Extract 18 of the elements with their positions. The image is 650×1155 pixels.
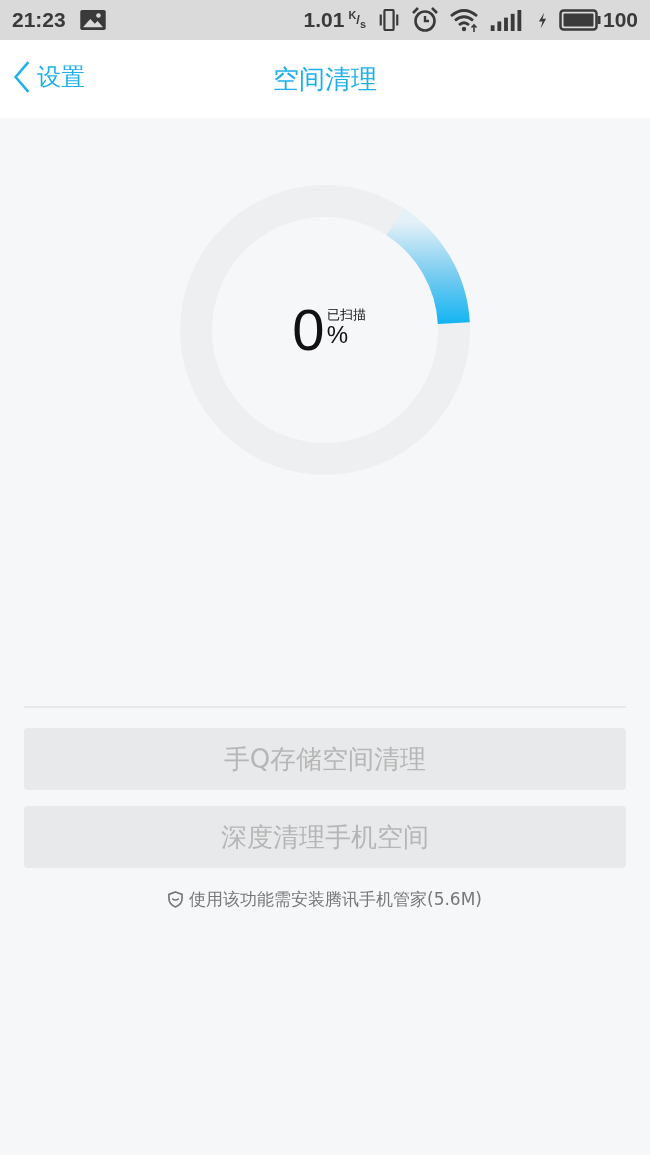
wifi-icon xyxy=(449,8,478,32)
scan-caption: 已扫描 xyxy=(326,307,366,323)
vibrate-icon xyxy=(377,9,400,31)
shield-icon xyxy=(168,891,183,908)
back-button[interactable]: 设置 xyxy=(12,60,85,94)
percent-sign: % xyxy=(326,322,348,347)
status-time: 21:23 xyxy=(12,8,66,32)
page-title: 空间清理 xyxy=(273,62,377,96)
battery-icon xyxy=(558,9,601,31)
alarm-icon xyxy=(411,7,438,33)
scan-percent-value: 0 xyxy=(292,301,325,359)
battery-percent: 100 xyxy=(602,8,638,32)
requirement-note: 使用该功能需安装腾讯手机管家(5.6M) xyxy=(189,888,482,911)
network-speed: 1.01 xyxy=(303,8,345,32)
image-icon xyxy=(79,10,106,30)
back-icon xyxy=(12,60,32,94)
speed-unit: $^{K}$/$_{s}$ xyxy=(348,10,366,30)
signal-icon xyxy=(489,9,522,31)
